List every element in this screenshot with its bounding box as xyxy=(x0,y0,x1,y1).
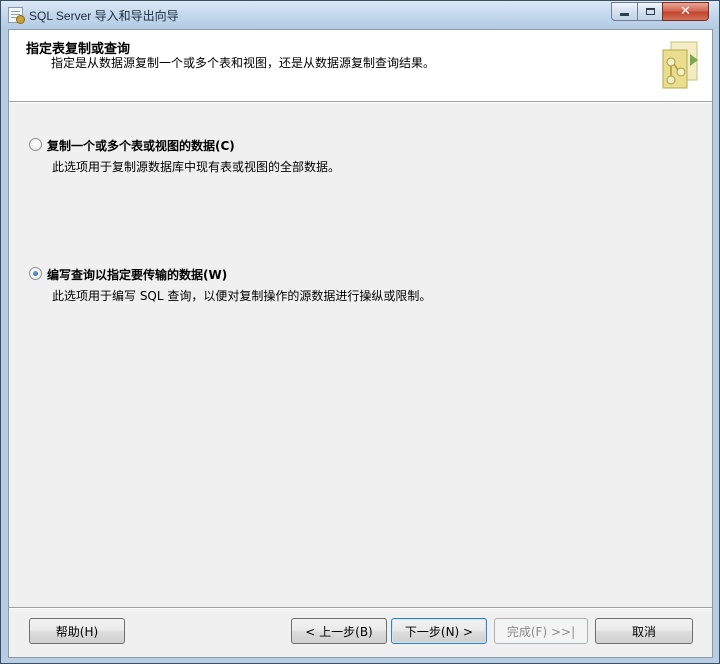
write-query-description: 此选项用于编写 SQL 查询，以便对复制操作的源数据进行操纵或限制。 xyxy=(52,289,432,303)
wizard-window: SQL Server 导入和导出向导 ✕ 指定表复制或查询 指定是从数据源复制一… xyxy=(0,0,720,664)
wizard-client-area: 指定表复制或查询 指定是从数据源复制一个或多个表和视图，还是从数据源复制查询结果… xyxy=(8,29,713,658)
next-button[interactable]: 下一步(N) > xyxy=(391,618,487,644)
finish-button[interactable]: 完成(F) >>| xyxy=(494,618,588,644)
close-icon: ✕ xyxy=(680,4,691,19)
page-description: 指定是从数据源复制一个或多个表和视图，还是从数据源复制查询结果。 xyxy=(51,56,436,70)
minimize-button[interactable] xyxy=(611,2,638,21)
maximize-button[interactable] xyxy=(637,2,663,21)
title-bar[interactable]: SQL Server 导入和导出向导 ✕ xyxy=(1,1,719,29)
minimize-icon xyxy=(620,13,629,16)
cancel-button[interactable]: 取消 xyxy=(595,618,693,644)
help-button[interactable]: 帮助(H) xyxy=(29,618,125,644)
copy-tables-radio[interactable] xyxy=(29,138,42,151)
write-query-radio[interactable] xyxy=(29,267,42,280)
back-button[interactable]: < 上一步(B) xyxy=(291,618,387,644)
wizard-header: 指定表复制或查询 指定是从数据源复制一个或多个表和视图，还是从数据源复制查询结果… xyxy=(9,30,712,103)
footer-divider xyxy=(9,607,712,608)
copy-tables-label[interactable]: 复制一个或多个表或视图的数据(C) xyxy=(47,137,235,154)
copy-tables-description: 此选项用于复制源数据库中现有表或视图的全部数据。 xyxy=(52,160,341,174)
app-icon xyxy=(8,7,25,24)
maximize-icon xyxy=(645,8,655,15)
write-query-label[interactable]: 编写查询以指定要传输的数据(W) xyxy=(47,266,227,283)
wizard-graphic-icon xyxy=(662,41,698,89)
window-title: SQL Server 导入和导出向导 xyxy=(29,9,179,23)
close-button[interactable]: ✕ xyxy=(662,2,709,21)
